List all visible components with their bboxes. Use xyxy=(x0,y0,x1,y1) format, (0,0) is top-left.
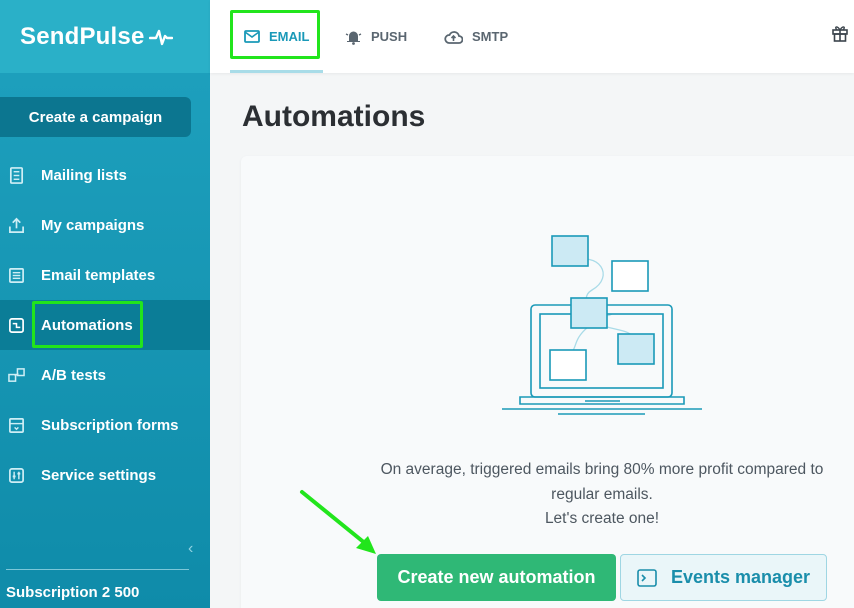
template-icon xyxy=(7,266,25,284)
envelope-icon xyxy=(244,30,260,43)
events-manager-label: Events manager xyxy=(670,567,811,587)
list-book-icon xyxy=(7,166,25,184)
create-new-automation-button[interactable]: Create new automation xyxy=(377,554,616,601)
sidebar-item-label: Subscription forms xyxy=(41,416,179,434)
bell-icon xyxy=(345,31,362,45)
message-line: regular emails. xyxy=(551,485,653,503)
sidebar-item-service-settings[interactable]: Service settings xyxy=(0,450,210,500)
tab-label: PUSH xyxy=(371,29,408,44)
create-campaign-button[interactable]: Create a campaign xyxy=(0,97,191,137)
message-line: Let's create one! xyxy=(544,510,660,527)
sidebar-item-label: Email templates xyxy=(41,266,156,284)
top-bar: EMAIL PUSH SMTP xyxy=(210,0,854,73)
sidebar-item-mailing-lists[interactable]: Mailing lists xyxy=(0,150,210,200)
collapse-sidebar-icon[interactable]: ‹ xyxy=(188,540,193,558)
sidebar-item-label: Automations xyxy=(41,316,133,334)
terminal-icon xyxy=(637,568,657,587)
sidebar-nav: Mailing lists My campaigns Email templat… xyxy=(0,150,210,500)
laptop-automation-illustration xyxy=(502,235,702,415)
sidebar-item-email-templates[interactable]: Email templates xyxy=(0,250,210,300)
empty-state-message: On average, triggered emails bring 80% m… xyxy=(342,458,854,532)
tab-label: EMAIL xyxy=(269,29,310,44)
ab-test-icon xyxy=(7,366,25,384)
sidebar: SendPulse Create a campaign Mailing list… xyxy=(0,0,210,608)
annotation-arrow xyxy=(300,490,376,554)
sidebar-item-label: Service settings xyxy=(41,466,157,484)
page-title: Automations xyxy=(242,100,426,133)
sliders-icon xyxy=(7,466,25,484)
tab-push[interactable]: PUSH xyxy=(345,0,407,73)
sidebar-item-label: A/B tests xyxy=(41,366,107,384)
subscription-label: Subscription 2 500 xyxy=(6,584,140,601)
upload-tray-icon xyxy=(7,216,25,234)
sidebar-item-automations[interactable]: Automations xyxy=(0,300,210,350)
sidebar-item-ab-tests[interactable]: A/B tests xyxy=(0,350,210,400)
logo-text: SendPulse xyxy=(20,22,145,50)
tab-email[interactable]: EMAIL xyxy=(230,0,324,73)
sidebar-item-my-campaigns[interactable]: My campaigns xyxy=(0,200,210,250)
tab-smtp[interactable]: SMTP xyxy=(444,0,508,73)
automation-icon xyxy=(7,316,25,334)
message-line: On average, triggered emails bring 80% m… xyxy=(380,461,824,478)
events-manager-button[interactable]: Events manager xyxy=(620,554,827,601)
logo[interactable]: SendPulse xyxy=(0,0,210,73)
divider xyxy=(6,569,189,570)
tab-label: SMTP xyxy=(472,29,509,44)
sidebar-item-label: My campaigns xyxy=(41,216,145,234)
gift-icon[interactable] xyxy=(832,24,848,47)
form-icon xyxy=(7,416,25,434)
sidebar-item-subscription-forms[interactable]: Subscription forms xyxy=(0,400,210,450)
pulse-icon xyxy=(148,29,173,45)
sidebar-item-label: Mailing lists xyxy=(41,166,127,184)
cloud-icon xyxy=(444,30,463,44)
active-tab-indicator xyxy=(230,70,324,73)
